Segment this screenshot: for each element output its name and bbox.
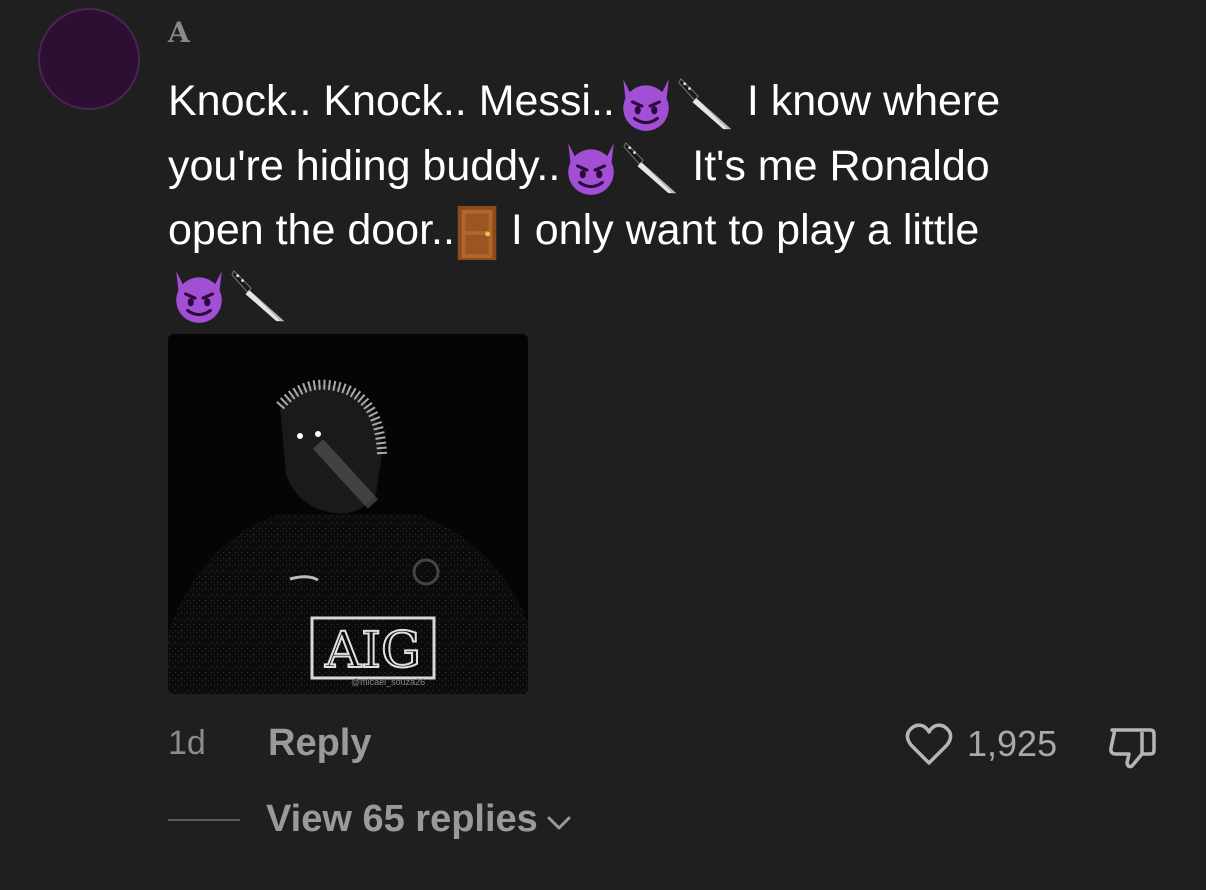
comment-text-line3b: I only want to play a little: [498, 206, 980, 255]
username[interactable]: A: [168, 16, 190, 49]
knife-icon: [230, 267, 288, 325]
smiling-face-with-horns-icon: [560, 137, 622, 199]
comment-text-line1b: I know where: [734, 77, 1001, 125]
comment-image[interactable]: AIG @micael_souza26: [168, 334, 528, 694]
chevron-down-icon[interactable]: [546, 814, 572, 832]
reply-button[interactable]: Reply: [268, 722, 371, 765]
comment-text-line1a: Knock.. Knock.. Messi..: [168, 77, 615, 125]
knife-icon: [622, 139, 680, 197]
comment-text-line2b: It's me Ronaldo: [680, 141, 990, 190]
smiling-face-with-horns-icon: [168, 265, 230, 327]
view-replies-button[interactable]: View 65 replies: [168, 798, 572, 841]
comment-text-line3a: open the door..: [168, 206, 455, 255]
divider: [168, 818, 240, 821]
smiling-face-with-horns-icon: [615, 73, 677, 135]
comment-text-line2a: you're hiding buddy..: [168, 141, 561, 190]
knife-icon: [677, 75, 735, 133]
avatar[interactable]: [38, 8, 140, 110]
media-logo-text: AIG: [324, 621, 421, 679]
timestamp: 1d: [168, 724, 206, 762]
like-count: 1,925: [967, 723, 1058, 764]
comment-text: Knock.. Knock.. Messi.. I know where you…: [168, 70, 1168, 327]
thumbs-down-icon[interactable]: [1106, 724, 1158, 770]
comment-actions: 1d Reply 1,925: [0, 720, 1206, 770]
like-button[interactable]: 1,925: [905, 722, 1057, 766]
media-watermark: @micael_souza26: [351, 677, 425, 687]
door-icon: [455, 204, 499, 262]
heart-outline-icon[interactable]: [905, 722, 953, 766]
view-replies-label[interactable]: View 65 replies: [266, 798, 538, 841]
